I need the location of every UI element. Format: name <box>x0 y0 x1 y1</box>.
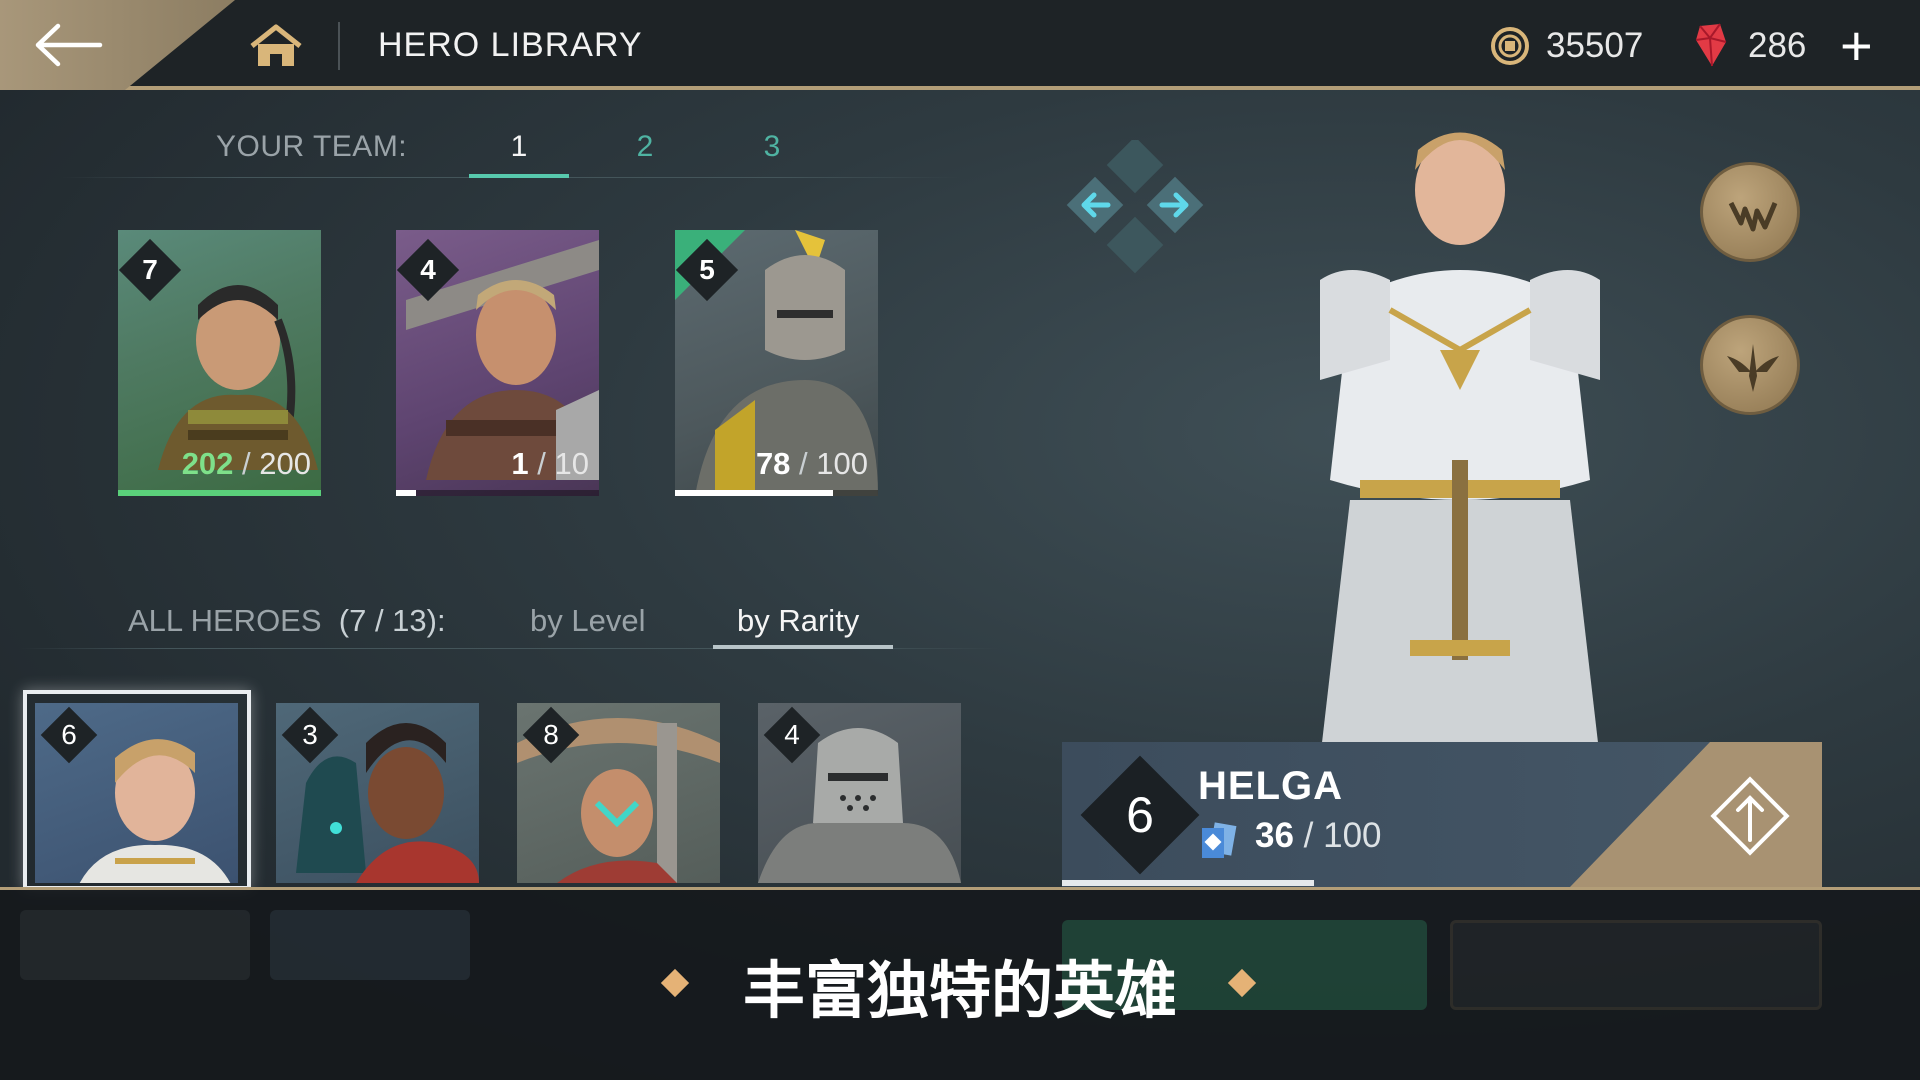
team-hero-card-1[interactable]: 7 202 / 200 <box>118 230 321 496</box>
team-tab-2[interactable]: 2 <box>595 130 695 164</box>
hero-list-card-2[interactable]: 3 <box>276 703 479 883</box>
level-number: 4 <box>784 719 800 750</box>
team-tab-3[interactable]: 3 <box>722 130 822 164</box>
banner-caption: 丰富独特的英雄 <box>742 957 1177 1026</box>
swap-hero-control[interactable] <box>1060 140 1210 290</box>
coin-balance: 35507 <box>1546 26 1644 65</box>
progress-separator: / <box>528 446 555 481</box>
progress-current: 202 <box>181 446 234 481</box>
top-bar: HERO LIBRARY 35507 286 + <box>0 0 1920 90</box>
team-tab-indicator <box>469 174 569 178</box>
card-progress-bar <box>675 490 878 496</box>
page-title: HERO LIBRARY <box>378 26 643 64</box>
add-currency-button[interactable]: + <box>1840 18 1873 74</box>
hero-progress-max: 100 <box>1323 816 1382 855</box>
back-arrow-icon[interactable] <box>34 22 104 68</box>
selected-hero-frame <box>23 690 251 890</box>
gem-balance: 286 <box>1748 26 1807 65</box>
lightning-icon <box>1728 201 1778 232</box>
team-tab-1[interactable]: 1 <box>469 130 569 164</box>
team-label: YOUR TEAM: <box>216 130 408 163</box>
card-progress-text: 78 / 100 <box>756 446 868 482</box>
card-progress-fill <box>396 490 417 496</box>
progress-max: 100 <box>816 446 868 481</box>
card-progress-text: 1 / 10 <box>511 446 589 482</box>
hero-progress-current: 36 <box>1255 816 1294 855</box>
ability-wings-button[interactable] <box>1700 315 1800 415</box>
team-hero-card-2[interactable]: 4 1 / 10 <box>396 230 599 496</box>
progress-current: 1 <box>511 446 529 481</box>
ability-lightning-button[interactable] <box>1700 162 1800 262</box>
progress-current: 78 <box>755 446 791 481</box>
gem-icon <box>1695 23 1727 67</box>
card-progress-bar <box>118 490 321 496</box>
sort-by-rarity-tab[interactable]: by Rarity <box>737 603 859 639</box>
team-hero-card-3[interactable]: 5 78 / 100 <box>675 230 878 496</box>
coin-icon <box>1491 27 1529 65</box>
all-heroes-label: ALL HEROES (7 / 13): <box>128 603 446 639</box>
home-icon[interactable] <box>248 24 304 68</box>
hero-3d-model <box>1320 132 1600 760</box>
level-number: 8 <box>543 719 559 750</box>
progress-separator: / <box>233 446 260 481</box>
selected-hero-name: HELGA <box>1198 764 1343 808</box>
selected-hero-progress: 36 / 100 <box>1255 816 1382 856</box>
upgrade-arrow-icon[interactable] <box>1710 776 1790 856</box>
card-progress-text: 202 / 200 <box>182 446 311 482</box>
game-screen: HERO LIBRARY 35507 286 + YOUR TEAM: 1 2 … <box>0 0 1920 1080</box>
hero-list-card-3[interactable]: 8 <box>517 703 720 883</box>
hero-progress-separator: / <box>1293 816 1324 855</box>
level-number: 4 <box>420 254 436 285</box>
all-heroes-count: (7 / 13): <box>338 603 446 638</box>
level-number: 7 <box>142 254 158 285</box>
sort-by-level-tab[interactable]: by Level <box>530 603 645 639</box>
wings-icon <box>1727 344 1779 392</box>
level-number: 3 <box>302 719 318 750</box>
card-progress-fill <box>675 490 834 496</box>
selected-hero-progress-bar <box>1062 880 1314 886</box>
all-heroes-title: ALL HEROES <box>128 603 322 638</box>
hero-cards-icon <box>1202 822 1237 858</box>
card-progress-fill <box>118 490 321 496</box>
header-divider <box>338 22 340 70</box>
progress-separator: / <box>790 446 817 481</box>
sort-tab-indicator <box>713 645 893 649</box>
progress-max: 10 <box>554 446 589 481</box>
selected-hero-level: 6 <box>1126 787 1154 843</box>
progress-max: 200 <box>259 446 311 481</box>
hero-list-card-4[interactable]: 4 <box>758 703 961 883</box>
card-progress-bar <box>396 490 599 496</box>
level-number: 5 <box>699 254 715 285</box>
